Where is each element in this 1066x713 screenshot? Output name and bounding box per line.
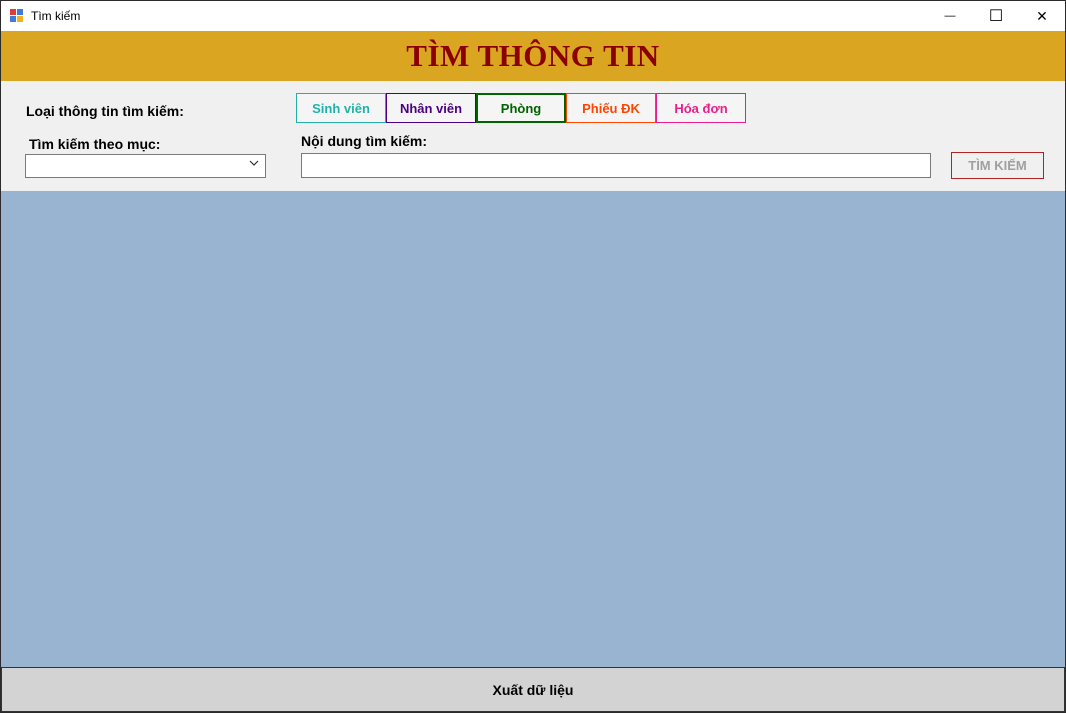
search-type-label: Loại thông tin tìm kiếm: (26, 103, 184, 119)
main-window: Tìm kiếm — ☐ ✕ TÌM THÔNG TIN Loại thông … (0, 0, 1066, 713)
close-icon: ✕ (1036, 7, 1048, 24)
type-button-hoa-don[interactable]: Hóa đơn (656, 93, 746, 123)
maximize-icon: ☐ (988, 8, 1004, 25)
type-button-phong[interactable]: Phòng (476, 93, 566, 123)
search-input[interactable] (301, 153, 931, 178)
close-button[interactable]: ✕ (1019, 1, 1065, 31)
type-button-phieu-dk[interactable]: Phiếu ĐK (566, 93, 656, 123)
title-bar[interactable]: Tìm kiếm — ☐ ✕ (1, 1, 1065, 31)
export-data-button[interactable]: Xuất dữ liệu (1, 667, 1065, 712)
chevron-down-icon (249, 158, 259, 171)
window-title: Tìm kiếm (31, 9, 81, 23)
header-banner: TÌM THÔNG TIN (1, 31, 1065, 81)
minimize-icon: — (944, 10, 956, 22)
search-button[interactable]: TÌM KIẾM (951, 152, 1044, 179)
app-icon (10, 9, 24, 23)
type-button-sinh-vien[interactable]: Sinh viên (296, 93, 386, 123)
search-category-label: Tìm kiếm theo mục: (29, 136, 161, 152)
minimize-button[interactable]: — (927, 1, 973, 31)
search-category-select[interactable] (25, 154, 266, 178)
results-grid[interactable] (1, 191, 1065, 667)
page-title: TÌM THÔNG TIN (406, 38, 660, 73)
search-content-label: Nội dung tìm kiếm: (301, 133, 427, 149)
type-button-nhan-vien[interactable]: Nhân viên (386, 93, 476, 123)
maximize-button[interactable]: ☐ (973, 1, 1019, 31)
